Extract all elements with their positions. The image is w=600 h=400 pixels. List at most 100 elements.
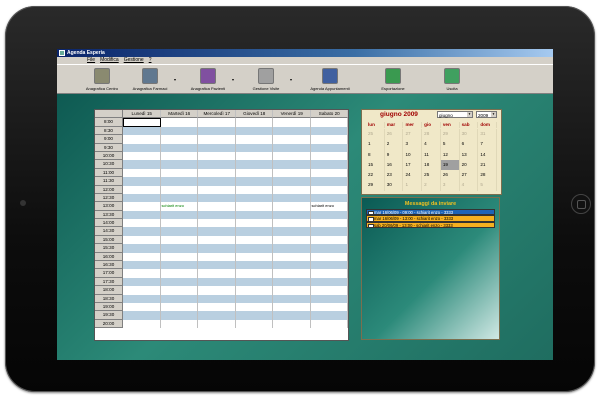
slot-cell[interactable] <box>198 277 236 287</box>
slot-cell[interactable] <box>310 261 348 270</box>
slot-cell[interactable] <box>273 311 311 320</box>
slot-cell[interactable] <box>236 302 273 312</box>
slot-cell[interactable] <box>310 143 348 152</box>
slot-cell[interactable] <box>198 135 236 144</box>
slot-cell[interactable] <box>311 319 348 329</box>
calendar-day[interactable]: 21 <box>478 159 498 171</box>
slot-cell[interactable] <box>273 235 311 245</box>
slot-cell[interactable] <box>235 311 273 320</box>
calendar-day[interactable]: 29 <box>441 129 460 140</box>
slot-cell[interactable] <box>123 294 161 303</box>
slot-cell[interactable] <box>123 261 161 270</box>
slot-cell[interactable] <box>123 244 161 253</box>
calendar-day[interactable]: 26 <box>441 170 460 181</box>
slot-cell[interactable] <box>273 244 311 253</box>
slot-cell[interactable] <box>198 177 236 186</box>
slot-cell[interactable] <box>273 302 311 312</box>
slot-cell[interactable] <box>161 235 198 245</box>
slot-cell[interactable] <box>235 160 273 169</box>
calendar-day[interactable]: 13 <box>460 149 479 160</box>
slot-cell[interactable] <box>235 227 273 236</box>
calendar-day[interactable]: 31 <box>478 129 498 140</box>
slot-cell[interactable] <box>311 252 348 262</box>
slot-cell[interactable] <box>160 277 198 287</box>
slot-cell[interactable] <box>161 168 198 178</box>
slot-cell[interactable] <box>310 294 348 303</box>
slot-cell[interactable] <box>198 160 236 169</box>
slot-cell[interactable] <box>123 177 161 186</box>
slot-cell[interactable] <box>273 227 311 236</box>
calendar-day[interactable]: 20 <box>460 159 479 171</box>
slot-cell[interactable] <box>161 219 198 228</box>
slot-cell[interactable] <box>161 135 198 144</box>
toolbar-button-uscita[interactable]: Uscita <box>429 65 475 91</box>
slot-cell[interactable] <box>235 126 273 136</box>
slot-cell[interactable] <box>235 210 273 220</box>
slot-cell[interactable] <box>161 185 198 194</box>
menu-file[interactable]: File <box>87 57 95 64</box>
slot-cell[interactable] <box>123 319 161 329</box>
calendar-day[interactable]: 11 <box>422 149 441 160</box>
slot-cell[interactable] <box>273 118 311 127</box>
slot-cell[interactable] <box>311 235 348 245</box>
slot-cell[interactable] <box>123 126 161 136</box>
calendar-day[interactable]: 19 <box>440 159 460 171</box>
slot-cell[interactable] <box>198 185 236 194</box>
slot-cell[interactable] <box>235 261 273 270</box>
slot-cell[interactable] <box>310 160 348 169</box>
calendar-day[interactable]: 7 <box>478 139 498 150</box>
home-button-icon[interactable] <box>571 194 591 214</box>
slot-cell[interactable] <box>123 227 161 236</box>
menu-modifica[interactable]: Modifica <box>100 57 119 64</box>
slot-cell[interactable] <box>273 294 311 303</box>
slot-cell[interactable] <box>310 227 348 236</box>
slot-cell[interactable] <box>236 202 273 211</box>
calendar-day[interactable]: 3 <box>403 139 423 150</box>
calendar-day[interactable]: 23 <box>385 170 404 181</box>
menu-help[interactable]: ? <box>149 57 152 64</box>
calendar-day[interactable]: 15 <box>366 159 385 171</box>
calendar-day[interactable]: 14 <box>478 149 498 160</box>
calendar-day[interactable]: 24 <box>403 170 423 181</box>
slot-cell[interactable] <box>236 219 273 228</box>
slot-cell[interactable] <box>310 210 348 220</box>
slot-cell[interactable] <box>161 286 198 295</box>
slot-cell[interactable] <box>160 227 198 236</box>
slot-cell[interactable] <box>236 185 273 194</box>
slot-cell[interactable] <box>123 219 161 228</box>
slot-cell[interactable] <box>273 269 311 278</box>
slot-cell[interactable] <box>311 135 348 144</box>
slot-cell[interactable] <box>123 302 161 312</box>
calendar-day[interactable]: 4 <box>460 180 479 191</box>
calendar-day[interactable]: 8 <box>366 149 385 160</box>
calendar-day[interactable]: 5 <box>478 180 498 191</box>
message-checkbox[interactable] <box>368 223 374 228</box>
slot-cell[interactable] <box>123 118 161 127</box>
slot-cell[interactable] <box>310 244 348 253</box>
calendar-day[interactable]: 3 <box>441 180 460 191</box>
calendar-day[interactable]: 17 <box>403 159 423 171</box>
slot-cell[interactable] <box>273 286 311 295</box>
slot-cell[interactable] <box>198 235 236 245</box>
slot-cell[interactable] <box>123 210 161 220</box>
month-select[interactable]: giugno ▼ <box>437 111 473 118</box>
slot-cell[interactable] <box>123 202 161 211</box>
slot-cell[interactable] <box>311 302 348 312</box>
slot-cell[interactable] <box>235 177 273 186</box>
slot-cell[interactable] <box>310 193 348 203</box>
slot-cell[interactable] <box>160 244 198 253</box>
chevron-down-icon[interactable]: ▼ <box>491 112 496 117</box>
calendar-day[interactable]: 2 <box>422 180 441 191</box>
slot-cell[interactable] <box>273 252 311 262</box>
slot-cell[interactable] <box>160 143 198 152</box>
year-select[interactable]: 2009 ▼ <box>476 111 497 118</box>
slot-cell[interactable] <box>236 269 273 278</box>
slot-cell[interactable] <box>311 219 348 228</box>
slot-cell[interactable] <box>273 185 311 194</box>
slot-cell[interactable] <box>273 168 311 178</box>
slot-cell[interactable] <box>273 143 311 152</box>
dropdown-arrow-icon[interactable]: ▾ <box>232 77 234 82</box>
slot-cell[interactable] <box>123 193 161 203</box>
toolbar-button-anagrafica-centro[interactable]: Anagrafica Centro <box>79 65 125 91</box>
calendar-day[interactable]: 1 <box>366 139 385 150</box>
